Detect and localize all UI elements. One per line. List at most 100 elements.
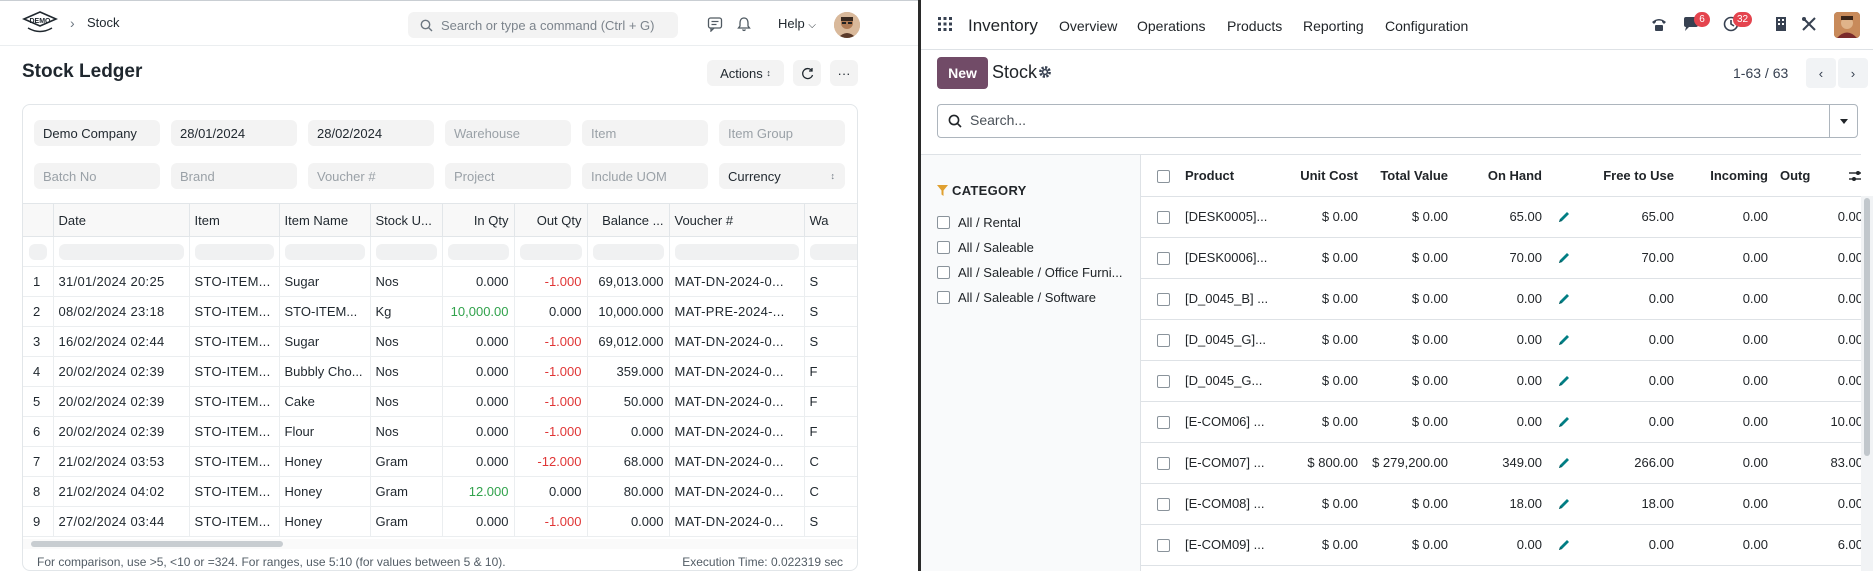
cell-out[interactable]: -1.000	[514, 266, 588, 297]
cell-product[interactable]: [D_0045_B] ...	[1179, 278, 1284, 320]
cell-item[interactable]: STO-ITEM...	[189, 356, 280, 387]
cell-value[interactable]: $ 0.00	[1364, 483, 1454, 525]
filter-cell[interactable]	[29, 243, 47, 260]
checkbox[interactable]	[937, 266, 950, 279]
warehouse-filter[interactable]	[445, 120, 571, 146]
column-header[interactable]: Incoming	[1680, 155, 1774, 197]
column-header[interactable]: Wa	[804, 203, 857, 237]
cell-wh[interactable]: C	[804, 446, 857, 477]
list-row[interactable]: [E-COM09] ... $ 0.00 $ 0.00 0.00 0.00 0.00 6.0…	[1141, 524, 1861, 566]
cell-name[interactable]: Sugar	[279, 326, 371, 357]
row-checkbox[interactable]	[1157, 211, 1170, 225]
item-group-filter[interactable]	[719, 120, 845, 146]
row-checkbox[interactable]	[1157, 375, 1170, 389]
row-checkbox[interactable]	[1157, 252, 1170, 266]
cell-out[interactable]: 0.000	[514, 296, 588, 327]
cell-name[interactable]: Bubbly Cho...	[279, 356, 371, 387]
cell-onhand[interactable]: 0.00	[1454, 319, 1548, 361]
pencil-icon[interactable]	[1557, 374, 1571, 388]
cell-onhand[interactable]: 18.00	[1454, 483, 1548, 525]
cell-free[interactable]: 0.00	[1580, 278, 1680, 320]
cell-out[interactable]: 0.00	[1774, 237, 1861, 279]
cell-bal[interactable]: 80.000	[587, 476, 670, 507]
column-header[interactable]: Date	[53, 203, 190, 237]
checkbox[interactable]	[937, 241, 950, 254]
previous-page-button[interactable]: ‹	[1806, 58, 1836, 88]
cell-date[interactable]: 31/01/2024 20:25	[53, 266, 190, 297]
cell-value[interactable]: $ 0.00	[1364, 319, 1454, 361]
cell-voucher[interactable]: MAT-DN-2024-0...	[669, 326, 805, 357]
cell-uom[interactable]: Gram	[370, 446, 443, 477]
column-header[interactable]: Total Value	[1364, 155, 1454, 197]
cell-incoming[interactable]: 0.00	[1680, 237, 1774, 279]
cell-in[interactable]: 0.000	[442, 506, 515, 537]
optional-columns-icon[interactable]	[1849, 170, 1861, 182]
cell-value[interactable]: $ 0.00	[1364, 360, 1454, 402]
cell-value[interactable]: $ 0.00	[1364, 524, 1454, 566]
scrollbar-thumb[interactable]	[31, 541, 283, 547]
column-header[interactable]: Product	[1179, 155, 1284, 197]
app-name[interactable]: Inventory	[968, 16, 1038, 36]
table-row[interactable]: 7 21/02/2024 03:53 STO-ITEM... Honey Gram 0.0…	[23, 446, 857, 477]
item-filter[interactable]	[582, 120, 708, 146]
row-checkbox[interactable]	[1157, 416, 1170, 430]
cell-idx[interactable]: 2	[23, 296, 54, 327]
cell-product[interactable]: [E-COM07] ...	[1179, 442, 1284, 484]
cell-out[interactable]: 83.00	[1774, 442, 1861, 484]
filter-cell[interactable]	[674, 243, 799, 260]
cell-uom[interactable]: Kg	[370, 296, 443, 327]
from-date-filter[interactable]	[171, 120, 297, 146]
cell-product[interactable]: [DESK0005]...	[1179, 196, 1284, 238]
table-row[interactable]: 4 20/02/2024 02:39 STO-ITEM... Bubbly Cho..…	[23, 356, 857, 387]
cell-out[interactable]: 0.00	[1774, 196, 1861, 238]
category-item[interactable]: All / Saleable / Office Furni...	[937, 265, 1123, 280]
cell-bal[interactable]: 69,012.000	[587, 326, 670, 357]
cell-bal[interactable]: 50.000	[587, 386, 670, 417]
cell-item[interactable]: STO-ITEM...	[189, 476, 280, 507]
pencil-icon[interactable]	[1557, 210, 1571, 224]
cell-bal[interactable]: 359.000	[587, 356, 670, 387]
app-grid-icon[interactable]	[937, 16, 953, 32]
list-row[interactable]: [E-COM06] ... $ 0.00 $ 0.00 0.00 0.00 0.00 10.…	[1141, 401, 1861, 443]
cell-idx[interactable]: 5	[23, 386, 54, 417]
cell-cost[interactable]: $ 0.00	[1284, 196, 1364, 238]
cell-idx[interactable]: 8	[23, 476, 54, 507]
cell-onhand[interactable]: 65.00	[1454, 196, 1548, 238]
table-row[interactable]: 6 20/02/2024 02:39 STO-ITEM... Flour Nos 0.00…	[23, 416, 857, 447]
cell-out[interactable]: -1.000	[514, 386, 588, 417]
cell-bal[interactable]: 0.000	[587, 416, 670, 447]
cell-bal[interactable]: 68.000	[587, 446, 670, 477]
filter-cell[interactable]	[519, 243, 582, 260]
cell-free[interactable]: 18.00	[1580, 483, 1680, 525]
next-page-button[interactable]: ›	[1838, 58, 1868, 88]
cell-uom[interactable]: Nos	[370, 356, 443, 387]
table-row[interactable]: 2 08/02/2024 23:18 STO-ITEM... STO-ITEM... K…	[23, 296, 857, 327]
cell-out[interactable]: 6.00	[1774, 524, 1861, 566]
cell-date[interactable]: 21/02/2024 03:53	[53, 446, 190, 477]
cell-date[interactable]: 21/02/2024 04:02	[53, 476, 190, 507]
cell-voucher[interactable]: MAT-PRE-2024-...	[669, 296, 805, 327]
cell-onhand[interactable]: 0.00	[1454, 360, 1548, 402]
cell-cost[interactable]: $ 0.00	[1284, 278, 1364, 320]
building-icon[interactable]	[1771, 14, 1791, 34]
list-row[interactable]: [D_0045_G... $ 0.00 $ 0.00 0.00 0.00 0.00 0.00	[1141, 360, 1861, 402]
cell-value[interactable]: $ 0.00	[1364, 196, 1454, 238]
column-header[interactable]: Voucher #	[669, 203, 805, 237]
cell-name[interactable]: Cake	[279, 386, 371, 417]
cell-value[interactable]: $ 0.00	[1364, 401, 1454, 443]
cell-date[interactable]: 27/02/2024 03:44	[53, 506, 190, 537]
pencil-icon[interactable]	[1557, 292, 1571, 306]
cell-voucher[interactable]: MAT-DN-2024-0...	[669, 506, 805, 537]
row-checkbox[interactable]	[1157, 457, 1170, 471]
table-row[interactable]: 3 16/02/2024 02:44 STO-ITEM... Sugar Nos 0.00…	[23, 326, 857, 357]
cell-product[interactable]: [D_0045_G]...	[1179, 319, 1284, 361]
cell-free[interactable]: 0.00	[1580, 360, 1680, 402]
pager-value[interactable]: 1-63 / 63	[1733, 65, 1788, 81]
cell-out[interactable]: 10.00	[1774, 401, 1861, 443]
cell-name[interactable]: Honey	[279, 506, 371, 537]
cell-cost[interactable]: $ 0.00	[1284, 237, 1364, 279]
cell-uom[interactable]: Nos	[370, 266, 443, 297]
column-header[interactable]: Out Qty	[514, 203, 588, 237]
cell-voucher[interactable]: MAT-DN-2024-0...	[669, 476, 805, 507]
cell-out[interactable]: 0.00	[1774, 278, 1861, 320]
